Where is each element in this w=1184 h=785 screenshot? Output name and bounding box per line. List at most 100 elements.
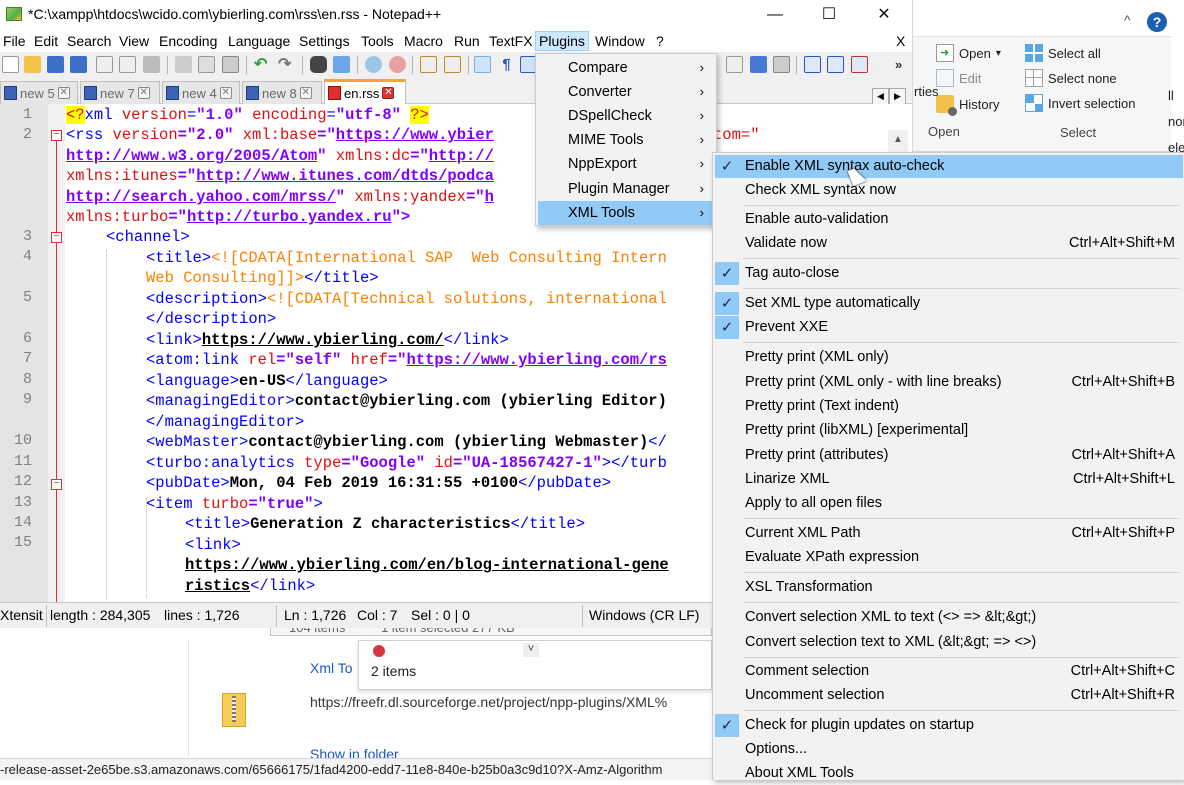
menu-file[interactable]: File xyxy=(0,31,29,51)
fold-toggle-icon[interactable]: − xyxy=(51,232,62,243)
menu-macro[interactable]: Macro xyxy=(401,31,446,51)
plugins-menu-item-nppexport[interactable]: NppExport › xyxy=(538,152,714,176)
xml-menu-item-convert-xml-to-text[interactable]: Convert selection XML to text (<> => &lt… xyxy=(715,606,1183,629)
menu-plugins[interactable]: Plugins xyxy=(535,31,589,51)
code-link[interactable]: http://search.yahoo.com/mrss/ xyxy=(66,188,336,206)
code-link[interactable]: https://www.ybierling.com/en/blog-intern… xyxy=(185,556,669,574)
close-all-icon[interactable] xyxy=(119,56,136,73)
menu-view[interactable]: View xyxy=(116,31,152,51)
code-link[interactable]: h xyxy=(485,188,494,206)
code-link[interactable]: http:// xyxy=(429,147,494,165)
xml-menu-item-pretty-print-text-indent[interactable]: Pretty print (Text indent) xyxy=(715,395,1183,418)
code-link[interactable]: http://www.itunes.com/dtds/podca xyxy=(196,167,494,185)
xml-menu-item-xsl-transformation[interactable]: XSL Transformation xyxy=(715,576,1183,599)
fold-toggle-icon[interactable]: − xyxy=(51,479,62,490)
sync-horizontal-icon[interactable] xyxy=(444,56,461,73)
xml-menu-item-pretty-print-xml-only[interactable]: Pretty print (XML only) xyxy=(715,346,1183,369)
save-icon[interactable] xyxy=(47,56,64,73)
menu-textfx[interactable]: TextFX xyxy=(486,31,536,51)
run-macro-multiple-icon[interactable] xyxy=(750,56,767,73)
xml-menu-item-pretty-print-attributes[interactable]: Pretty print (attributes) Ctrl+Alt+Shift+… xyxy=(715,444,1183,467)
open-file-icon[interactable] xyxy=(24,56,41,73)
paste-icon[interactable] xyxy=(222,56,239,73)
menu-encoding[interactable]: Encoding xyxy=(156,31,220,51)
ribbon-select-none-button[interactable]: Select none xyxy=(1025,69,1117,87)
xml-menu-item-enable-auto-validation[interactable]: Enable auto-validation xyxy=(715,208,1183,231)
tab-new-5[interactable]: new 5 ✕ xyxy=(0,81,78,104)
show-all-chars-icon[interactable]: ¶ xyxy=(498,56,515,73)
tab-close-icon[interactable]: ✕ xyxy=(57,87,70,99)
folder-workspace-icon[interactable] xyxy=(851,56,868,73)
toolbar-overflow-button[interactable]: » xyxy=(895,56,912,73)
maximize-button[interactable]: ☐ xyxy=(806,0,852,30)
close-window-button[interactable]: ✕ xyxy=(861,0,907,30)
ribbon-invert-selection-button[interactable]: Invert selection xyxy=(1025,94,1135,112)
code-link[interactable]: http://www.w3.org/2005/Atom xyxy=(66,147,317,165)
fold-toggle-icon[interactable]: − xyxy=(51,130,62,141)
xml-menu-item-convert-text-to-xml[interactable]: Convert selection text to XML (&lt;&gt; … xyxy=(715,631,1183,654)
tab-scroll-left-icon[interactable]: ◀ xyxy=(872,88,889,105)
xml-menu-item-comment-selection[interactable]: Comment selection Ctrl+Alt+Shift+C xyxy=(715,660,1183,683)
undo-icon[interactable]: ↶ xyxy=(254,56,271,73)
tab-close-icon[interactable]: ✕ xyxy=(382,87,395,99)
ribbon-select-all-button[interactable]: Select all xyxy=(1025,44,1101,62)
download-title-link[interactable]: Xml To xyxy=(310,660,353,676)
ribbon-edit-button[interactable]: Edit xyxy=(936,69,981,87)
xml-menu-item-linarize-xml[interactable]: Linarize XML Ctrl+Alt+Shift+L xyxy=(715,468,1183,491)
menu-edit[interactable]: Edit xyxy=(31,31,61,51)
doc-map-icon[interactable] xyxy=(804,56,821,73)
word-wrap-icon[interactable] xyxy=(474,56,491,73)
tab-scroll-right-icon[interactable]: ▶ xyxy=(889,88,906,105)
plugins-menu-item-converter[interactable]: Converter › xyxy=(538,80,714,104)
menu-run[interactable]: Run xyxy=(451,31,483,51)
tab-en-rss[interactable]: en.rss ✕ xyxy=(324,79,406,104)
xml-menu-item-validate-now[interactable]: Validate now Ctrl+Alt+Shift+M xyxy=(715,232,1183,255)
menu-help[interactable]: ? xyxy=(653,31,667,51)
xml-menu-item-set-xml-type-automatically[interactable]: ✓ Set XML type automatically xyxy=(715,292,1183,315)
tab-new-7[interactable]: new 7 ✕ xyxy=(80,81,160,104)
redo-icon[interactable]: ↷ xyxy=(278,56,295,73)
zoom-in-icon[interactable] xyxy=(365,56,382,73)
tab-new-8[interactable]: new 8 ✕ xyxy=(242,81,322,104)
menu-language[interactable]: Language xyxy=(225,31,293,51)
plugins-menu-item-mime-tools[interactable]: MIME Tools › xyxy=(538,128,714,152)
tab-close-icon[interactable]: ✕ xyxy=(137,87,150,99)
xml-menu-item-evaluate-xpath[interactable]: Evaluate XPath expression xyxy=(715,546,1183,569)
plugins-menu-item-dspellcheck[interactable]: DSpellCheck › xyxy=(538,104,714,128)
plugins-menu-item-plugin-manager[interactable]: Plugin Manager › xyxy=(538,177,714,201)
xml-menu-item-pretty-print-libxml[interactable]: Pretty print (libXML) [experimental] xyxy=(715,419,1183,442)
zoom-out-icon[interactable] xyxy=(389,56,406,73)
find-icon[interactable] xyxy=(310,56,327,73)
function-list-icon[interactable] xyxy=(827,56,844,73)
cut-icon[interactable] xyxy=(175,56,192,73)
close-file-icon[interactable] xyxy=(96,56,113,73)
code-link[interactable]: https://www.ybierling.com/ xyxy=(202,331,444,349)
menu-tools[interactable]: Tools xyxy=(358,31,397,51)
close-document-button[interactable]: X xyxy=(893,31,908,51)
save-macro-icon[interactable] xyxy=(773,56,790,73)
help-icon[interactable]: ? xyxy=(1147,12,1167,32)
ribbon-open-button[interactable]: ➜ Open ▾ xyxy=(936,44,1001,62)
xml-menu-item-about[interactable]: About XML Tools xyxy=(715,762,1183,785)
collapse-ribbon-icon[interactable]: ^ xyxy=(1124,12,1131,28)
xml-menu-item-uncomment-selection[interactable]: Uncomment selection Ctrl+Alt+Shift+R xyxy=(715,684,1183,707)
menu-window[interactable]: Window xyxy=(592,31,648,51)
xml-menu-item-pretty-print-line-breaks[interactable]: Pretty print (XML only - with line break… xyxy=(715,371,1183,394)
menu-search[interactable]: Search xyxy=(64,31,114,51)
play-macro-icon[interactable] xyxy=(726,56,743,73)
xml-menu-item-tag-auto-close[interactable]: ✓ Tag auto-close xyxy=(715,262,1183,285)
minimize-button[interactable]: — xyxy=(752,0,798,30)
code-link[interactable]: https://www.ybierling.com/rs xyxy=(406,351,666,369)
plugins-menu-item-xml-tools[interactable]: XML Tools › xyxy=(538,201,714,225)
code-link[interactable]: ristics xyxy=(185,577,250,595)
code-link[interactable]: https://www.ybier xyxy=(336,126,494,144)
ribbon-history-button[interactable]: History xyxy=(936,95,999,116)
new-file-icon[interactable] xyxy=(2,56,19,73)
tab-close-icon[interactable]: ✕ xyxy=(219,87,232,99)
code-link[interactable]: http://turbo.yandex.ru xyxy=(187,208,392,226)
copy-icon[interactable] xyxy=(198,56,215,73)
xml-menu-item-prevent-xxe[interactable]: ✓ Prevent XXE xyxy=(715,316,1183,339)
scroll-up-icon[interactable]: ▲ xyxy=(890,134,906,150)
xml-menu-item-current-xml-path[interactable]: Current XML Path Ctrl+Alt+Shift+P xyxy=(715,522,1183,545)
menu-settings[interactable]: Settings xyxy=(296,31,353,51)
